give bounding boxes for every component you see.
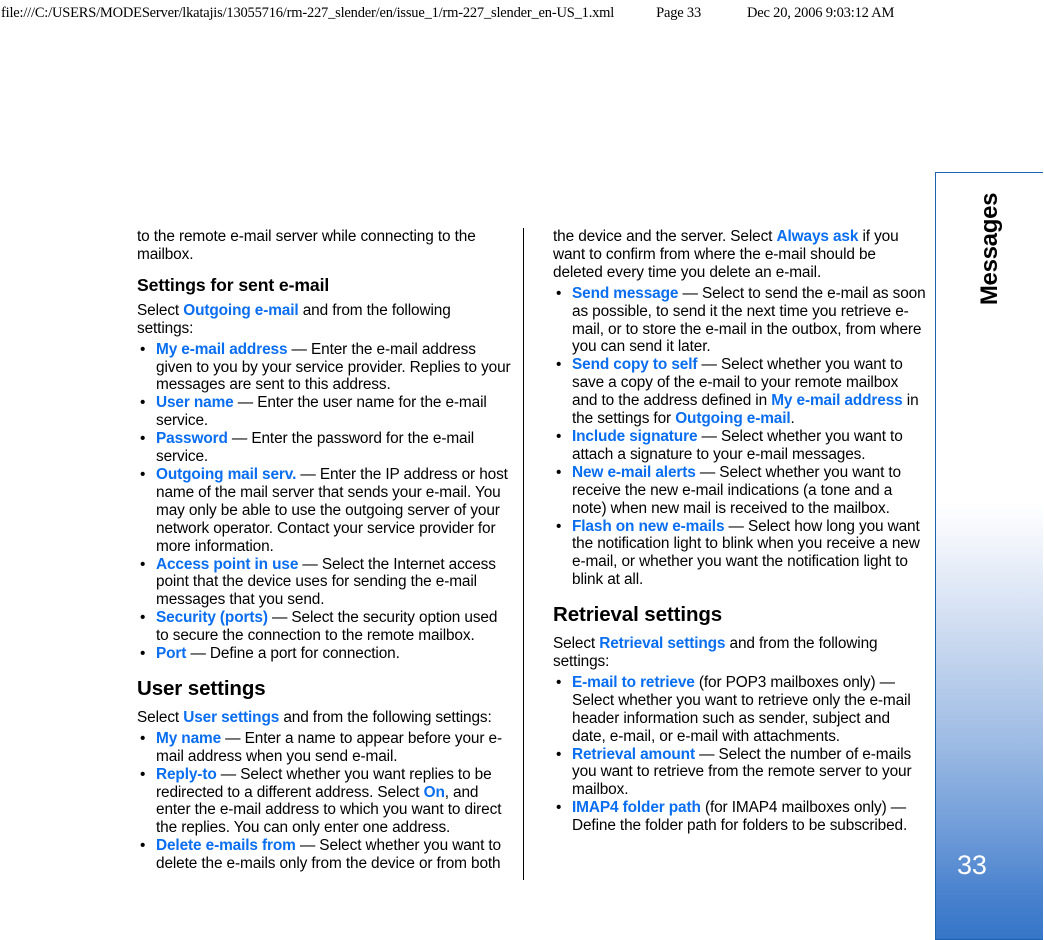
list-item: • Delete e-mails from — Select whether y… (137, 837, 511, 873)
right-column: the device and the server. Select Always… (553, 228, 927, 835)
list-item: • Security (ports) — Select the security… (137, 609, 511, 645)
heading-retrieval-settings: Retrieval settings (553, 603, 723, 627)
setting-keyword: E-mail to retrieve (572, 673, 695, 691)
keyword-outgoing-email: Outgoing e-mail (183, 301, 299, 319)
chapter-side-tab: Messages 33 (935, 172, 1043, 940)
list-item: • IMAP4 folder path (for IMAP4 mailboxes… (553, 799, 927, 835)
bullet-icon: • (140, 430, 146, 448)
bullet-icon: • (140, 765, 146, 783)
user-settings-list: • My name — Enter a name to appear befor… (137, 730, 511, 873)
intro-user-settings-before: Select (137, 708, 184, 726)
setting-keyword: IMAP4 folder path (572, 799, 701, 817)
setting-keyword: User name (156, 394, 234, 412)
keyword-always-ask: Always ask (776, 228, 859, 245)
intro-user-settings: Select User settings and from the follow… (137, 709, 511, 727)
list-item: • Port — Define a port for connection. (137, 645, 511, 663)
inline-keyword-outgoing-email: Outgoing e-mail (675, 410, 791, 428)
bullet-icon: • (140, 465, 146, 483)
list-item: • User name — Enter the user name for th… (137, 394, 511, 430)
intro-retrieval-settings: Select Retrieval settings and from the f… (553, 635, 927, 671)
continued-before: the device and the server. Select (553, 228, 777, 245)
list-item: • Include signature — Select whether you… (553, 428, 927, 464)
inline-keyword-my-email-address: My e-mail address (771, 392, 903, 410)
inline-keyword-on: On (423, 783, 445, 801)
bullet-icon: • (556, 427, 562, 445)
intro-sent-email-before: Select (137, 301, 184, 319)
setting-description: — Define a port for connection. (186, 645, 400, 663)
setting-keyword: Send copy to self (572, 356, 698, 374)
setting-keyword: Retrieval amount (572, 745, 695, 763)
setting-keyword: Access point in use (156, 555, 299, 573)
bullet-icon: • (140, 340, 146, 358)
continued-paragraph-right: the device and the server. Select Always… (553, 228, 927, 282)
list-item: • My e-mail address — Enter the e-mail a… (137, 341, 511, 395)
setting-keyword: Outgoing mail serv. (156, 465, 297, 483)
list-item: • Outgoing mail serv. — Enter the IP add… (137, 466, 511, 556)
keyword-user-settings: User settings (183, 708, 280, 726)
intro-user-settings-after: and from the following settings: (279, 708, 492, 726)
setting-keyword: Include signature (572, 427, 698, 445)
list-item: • Access point in use — Select the Inter… (137, 556, 511, 610)
continued-line-1: to the remote e-mail server while connec… (137, 228, 476, 245)
bullet-icon: • (556, 284, 562, 302)
left-column: to the remote e-mail server while connec… (137, 228, 511, 873)
setting-keyword: Flash on new e-mails (572, 517, 725, 535)
bullet-icon: • (556, 517, 562, 535)
heading-settings-for-sent-email: Settings for sent e-mail (137, 274, 330, 295)
heading-user-settings: User settings (137, 676, 266, 700)
bullet-icon: • (556, 799, 562, 817)
page-number: 33 (957, 850, 987, 880)
bullet-icon: • (140, 645, 146, 663)
setting-keyword: Send message (572, 284, 679, 302)
bullet-icon: • (556, 673, 562, 691)
retrieval-settings-list: • E-mail to retrieve (for POP3 mailboxes… (553, 674, 927, 835)
bullet-icon: • (556, 463, 562, 481)
list-item: • Flash on new e-mails — Select how long… (553, 518, 927, 590)
setting-keyword: My name (156, 729, 222, 747)
bullet-icon: • (140, 394, 146, 412)
continued-line-2: mailbox. (137, 245, 194, 263)
list-item: • Send copy to self — Select whether you… (553, 356, 927, 428)
continued-paragraph-left: to the remote e-mail server while connec… (137, 228, 511, 264)
setting-keyword: Reply-to (156, 765, 217, 783)
intro-sent-email: Select Outgoing e-mail and from the foll… (137, 302, 511, 338)
setting-keyword: Delete e-mails from (156, 837, 296, 855)
sent-email-settings-list: • My e-mail address — Enter the e-mail a… (137, 341, 511, 663)
setting-keyword: New e-mail alerts (572, 463, 696, 481)
list-item: • Send message — Select to send the e-ma… (553, 285, 927, 357)
keyword-retrieval-settings: Retrieval settings (599, 635, 726, 653)
document-page: to the remote e-mail server while connec… (0, 0, 1044, 940)
list-item: • Retrieval amount — Select the number o… (553, 746, 927, 800)
bullet-icon: • (140, 609, 146, 627)
list-item: • Password — Enter the password for the … (137, 430, 511, 466)
list-item: • E-mail to retrieve (for POP3 mailboxes… (553, 674, 927, 746)
bullet-icon: • (556, 745, 562, 763)
bullet-icon: • (140, 729, 146, 747)
list-item: • Reply-to — Select whether you want rep… (137, 766, 511, 838)
two-column-layout: to the remote e-mail server while connec… (137, 228, 927, 888)
intro-retrieval-before: Select (553, 635, 600, 653)
setting-description-after: . (790, 410, 795, 428)
chapter-label: Messages (975, 192, 1003, 306)
setting-keyword: My e-mail address (156, 340, 288, 358)
sent-email-settings-list-continued: • Send message — Select to send the e-ma… (553, 285, 927, 589)
bullet-icon: • (140, 555, 146, 573)
setting-keyword: Port (156, 645, 187, 663)
bullet-icon: • (556, 356, 562, 374)
setting-keyword: Password (156, 430, 228, 448)
list-item: • New e-mail alerts — Select whether you… (553, 464, 927, 518)
bullet-icon: • (140, 837, 146, 855)
setting-keyword: Security (ports) (156, 609, 268, 627)
list-item: • My name — Enter a name to appear befor… (137, 730, 511, 766)
